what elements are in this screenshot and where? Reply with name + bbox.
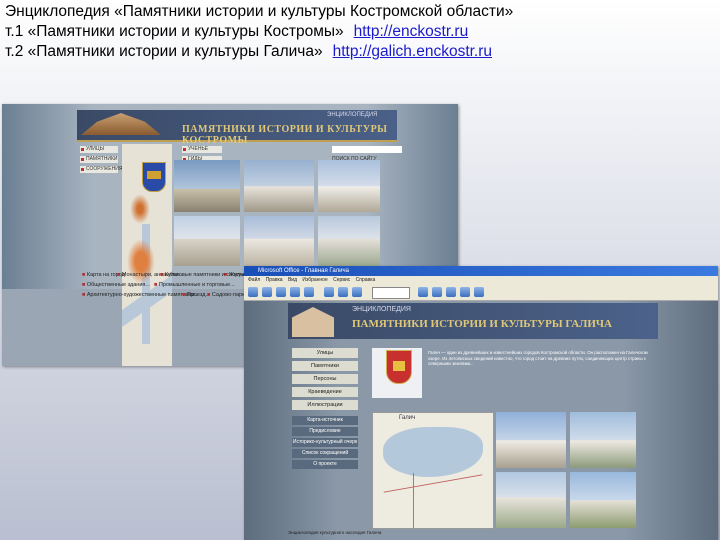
- nav-item-illustrations[interactable]: Иллюстрации: [292, 400, 358, 410]
- encyclopedia-label: ЭНЦИКЛОПЕДИЯ: [327, 112, 378, 118]
- photo-mansion[interactable]: [496, 472, 566, 528]
- caption-passage[interactable]: Проезд...: [182, 292, 210, 298]
- historic-map[interactable]: Галич: [372, 412, 494, 529]
- forward-icon[interactable]: [262, 287, 272, 297]
- photo-trade-rows[interactable]: [496, 412, 566, 468]
- discuss-icon[interactable]: [460, 287, 470, 297]
- browser-menubar: Файл Правка Вид Избранное Сервис Справка: [244, 276, 718, 284]
- volume-1-title: т.1 «Памятники истории и культуры Костро…: [5, 23, 344, 40]
- header-line-3: т.2 «Памятники истории и культуры Галича…: [5, 42, 513, 62]
- page-footer: Энциклопедия культурного наследия Галича: [288, 530, 382, 535]
- link-about[interactable]: О проекте: [292, 460, 358, 469]
- print-icon[interactable]: [432, 287, 442, 297]
- photo-cathedral[interactable]: [244, 160, 314, 212]
- window-titlebar: Microsoft Office - Главная Галича: [244, 266, 718, 276]
- link-source-map[interactable]: Карта-источник: [292, 416, 358, 425]
- nav-item-monuments[interactable]: Памятники: [292, 361, 358, 371]
- menu-file[interactable]: Файл: [248, 277, 260, 283]
- header-line-1: Энциклопедия «Памятники истории и культу…: [5, 3, 514, 20]
- menu-tools[interactable]: Сервис: [333, 277, 350, 283]
- kostroma-coat-of-arms-icon: [142, 162, 166, 192]
- photo-white-church[interactable]: [318, 160, 380, 212]
- galich-site-screenshot: Microsoft Office - Главная Галича Файл П…: [244, 266, 718, 540]
- back-icon[interactable]: [248, 287, 258, 297]
- history-icon[interactable]: [352, 287, 362, 297]
- link-essay[interactable]: Историко-культурный очерк: [292, 438, 358, 447]
- link-abbreviations[interactable]: Список сокращений: [292, 449, 358, 458]
- nav-item-local-history[interactable]: Краеведение: [292, 387, 358, 397]
- browser-toolbar: [244, 284, 718, 301]
- menu-help[interactable]: Справка: [356, 277, 376, 283]
- nav-item-monuments[interactable]: ПАМЯТНИКИ: [80, 156, 118, 163]
- search-input[interactable]: [332, 146, 402, 153]
- caption-industrial[interactable]: Промышленные и торговые...: [154, 282, 235, 288]
- galich-link[interactable]: http://galich.enckostr.ru: [333, 43, 492, 60]
- stop-icon[interactable]: [276, 287, 286, 297]
- photo-monastery[interactable]: [570, 472, 636, 528]
- menu-favorites[interactable]: Избранное: [302, 277, 327, 283]
- map-lake: [383, 427, 483, 477]
- kremlin-logo-icon: [81, 113, 161, 135]
- galich-coat-of-arms-icon: [386, 350, 412, 384]
- edit-icon[interactable]: [446, 287, 456, 297]
- map-title: Галич: [399, 415, 416, 421]
- menu-view[interactable]: Вид: [288, 277, 297, 283]
- nav-item-streets[interactable]: УЛИЦЫ: [80, 146, 118, 153]
- nav-item-learning[interactable]: УЧЕНЬЕ: [182, 146, 222, 153]
- caption-public[interactable]: Общественные здания...: [82, 282, 150, 288]
- map-density-area-north: [130, 194, 150, 224]
- search-icon[interactable]: [324, 287, 334, 297]
- nav-item-persons[interactable]: Персоны: [292, 374, 358, 384]
- address-bar[interactable]: [372, 287, 410, 299]
- site-nav: Улицы Памятники Персоны Краеведение Иллю…: [292, 348, 358, 413]
- nav-item-streets[interactable]: Улицы: [292, 348, 358, 358]
- link-preface[interactable]: Предисловие: [292, 427, 358, 436]
- volume-2-title: т.2 «Памятники истории и культуры Галича…: [5, 43, 323, 60]
- photo-monastery[interactable]: [318, 216, 380, 266]
- nav-item-structures[interactable]: СООРУЖЕНИЯ: [80, 166, 122, 173]
- mail-icon[interactable]: [418, 287, 428, 297]
- photo-gold-dome-church[interactable]: [174, 160, 240, 212]
- refresh-icon[interactable]: [290, 287, 300, 297]
- map-road: [383, 474, 483, 493]
- home-icon[interactable]: [304, 287, 314, 297]
- map-river: [413, 473, 414, 528]
- encyclopedia-label: ЭНЦИКЛОПЕДИЯ: [352, 306, 411, 313]
- photo-church[interactable]: [570, 412, 636, 468]
- menu-edit[interactable]: Правка: [266, 277, 283, 283]
- favorites-icon[interactable]: [338, 287, 348, 297]
- intro-text: Галич — один из древнейших и известнейши…: [428, 350, 648, 367]
- site-title: ПАМЯТНИКИ ИСТОРИИ И КУЛЬТУРЫ КОСТРОМЫ: [182, 124, 388, 146]
- enckostr-link[interactable]: http://enckostr.ru: [354, 23, 469, 40]
- header-line-2: т.1 «Памятники истории и культуры Костро…: [5, 22, 513, 42]
- site-nav: УЛИЦЫ ПАМЯТНИКИ СООРУЖЕНИЯ: [80, 146, 122, 176]
- page-header: Энциклопедия «Памятники истории и культу…: [5, 2, 513, 62]
- info-links: Карта-источник Предисловие Историко-куль…: [292, 416, 358, 471]
- site-title: ПАМЯТНИКИ ИСТОРИИ И КУЛЬТУРЫ ГАЛИЧА: [352, 318, 612, 330]
- photo-trade-rows[interactable]: [174, 216, 240, 266]
- photo-fire-tower[interactable]: [244, 216, 314, 266]
- messenger-icon[interactable]: [474, 287, 484, 297]
- site-banner: ЭНЦИКЛОПЕДИЯ ПАМЯТНИКИ ИСТОРИИ И КУЛЬТУР…: [77, 110, 397, 146]
